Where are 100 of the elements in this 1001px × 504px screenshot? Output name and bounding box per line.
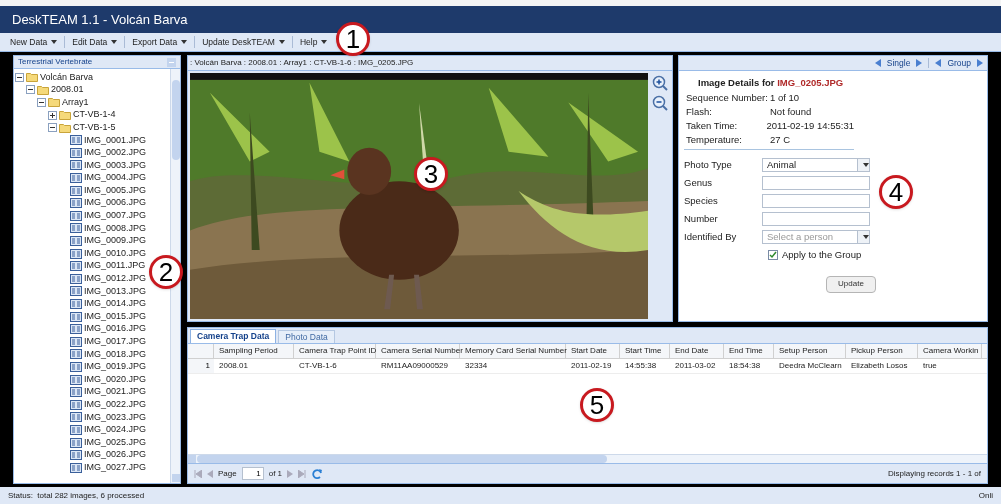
file-icon [70,424,82,435]
tree-item[interactable]: IMG_0017.JPG [84,335,147,349]
select-field[interactable]: Animal [762,158,870,173]
update-button[interactable]: Update [826,275,876,293]
field-label: Photo Type [684,158,733,173]
tab[interactable]: Photo Data [278,330,335,343]
collapse-icon[interactable] [15,72,24,82]
collapse-icon[interactable] [26,85,35,95]
column-header[interactable]: Camera Workin [918,344,982,358]
menu-item[interactable]: New Data [8,35,60,49]
column-header[interactable]: Camera Trap Point ID [294,344,376,358]
tree-item[interactable]: IMG_0019.JPG [84,360,147,374]
table-cell-text: 2008.01 [218,360,249,372]
tree-item[interactable]: IMG_0001.JPG [84,133,147,147]
tree-item[interactable]: IMG_0012.JPG [84,272,147,286]
tree-item[interactable]: IMG_0018.JPG [84,347,147,362]
column-header[interactable]: Pickup Person [846,344,918,358]
tree-item[interactable]: IMG_0027.JPG [84,460,147,475]
tree-item[interactable]: IMG_0020.JPG [84,372,147,387]
file-icon [70,324,82,335]
tree-item[interactable]: IMG_0006.JPG [84,196,147,210]
previous-page-icon[interactable] [207,469,213,478]
tree-item[interactable]: IMG_0010.JPG [84,246,147,261]
table-cell-text: 32334 [464,360,489,372]
zoom-out-icon[interactable] [652,95,668,111]
tree-item[interactable]: IMG_0005.JPG [84,183,147,198]
tree-item[interactable]: IMG_0023.JPG [84,410,147,425]
caret-icon [862,163,869,168]
tree-item[interactable]: IMG_0004.JPG [84,171,147,185]
tree-item[interactable]: IMG_0011.JPG [84,259,146,273]
input-field[interactable] [762,176,870,191]
checkbox[interactable] [768,249,778,260]
tree-item[interactable]: IMG_0024.JPG [84,423,147,437]
table-cell-text: 18:54:38 [728,360,762,372]
file-icon [70,336,82,347]
tree-item[interactable]: 2008.01 [51,83,84,97]
tree-item[interactable]: IMG_0002.JPG [84,146,147,160]
expand-icon[interactable] [48,110,57,120]
nav-button[interactable]: Single [886,56,911,70]
info-label: Sequence Number: [686,91,769,106]
folder-icon [48,97,60,108]
column-header[interactable]: Setup Person [774,344,846,358]
tree-item[interactable]: CT-VB-1-5 [73,120,116,135]
tree-item[interactable]: CT-VB-1-4 [73,108,116,122]
column-header[interactable]: Sampling Period [214,344,294,358]
horizontal-scrollbar[interactable] [188,454,987,463]
tree-item[interactable]: IMG_0009.JPG [84,234,147,248]
last-page-icon[interactable] [298,469,307,478]
nav-button[interactable]: Group [947,56,971,70]
tab[interactable]: Camera Trap Data [190,329,277,343]
input-field[interactable] [762,212,870,227]
column-header[interactable]: End Date [670,344,724,358]
zoom-in-icon[interactable] [652,75,668,91]
tree-item[interactable]: IMG_0025.JPG [84,435,147,450]
refresh-icon[interactable] [311,467,324,480]
page-count: of 1 [268,467,283,480]
previous-icon[interactable] [874,59,881,67]
tree-item[interactable]: IMG_0014.JPG [84,297,147,311]
file-icon [70,160,82,171]
folder-icon [59,122,71,133]
tree-item[interactable]: IMG_0007.JPG [84,209,147,223]
tree-item[interactable]: IMG_0026.JPG [84,448,147,462]
menu-item[interactable]: Help [297,35,330,49]
tree-item[interactable]: IMG_0016.JPG [84,322,147,336]
tree-item[interactable]: Array1 [62,95,89,110]
file-icon [70,185,82,196]
page-field[interactable]: 1 [241,467,264,480]
previous-icon[interactable] [935,59,942,67]
menu-item[interactable]: Edit Data [70,35,120,49]
collapse-icon[interactable] [37,98,46,107]
tree-item[interactable]: IMG_0003.JPG [84,158,147,173]
next-icon[interactable] [977,59,983,67]
field-label: Genus [684,176,713,191]
column-header[interactable]: End Time [724,344,774,358]
next-icon[interactable] [916,59,923,67]
file-icon [70,450,82,461]
breadcrumb: : Volcán Barva : 2008.01 : Array1 : CT-VB-1-6 : IMG_0205.JPG [190,57,414,69]
file-icon [70,462,82,473]
tree-item[interactable]: IMG_0013.JPG [84,284,147,299]
column-header[interactable]: Start Time [620,344,670,358]
caret-icon [111,40,118,44]
tree-item[interactable]: IMG_0015.JPG [84,309,147,324]
collapse-icon[interactable] [48,123,57,133]
tree-item[interactable]: Volcán Barva [40,70,94,85]
next-page-icon[interactable] [287,469,294,478]
file-icon [70,311,82,322]
column-header[interactable]: Start Date [566,344,620,358]
folder-icon [26,72,38,83]
file-icon [70,399,82,410]
menu-item[interactable]: Export Data [130,35,190,49]
first-page-icon[interactable] [194,469,202,478]
caret-icon [278,40,285,44]
input-field[interactable] [762,194,870,209]
tree-item[interactable]: IMG_0008.JPG [84,221,147,236]
info-value: 27 C [770,133,791,148]
menu-item[interactable]: Update DeskTEAM [200,35,287,49]
tree-item[interactable]: IMG_0022.JPG [84,398,147,412]
scrollbar[interactable] [170,69,180,483]
file-icon [70,349,82,360]
tree-item[interactable]: IMG_0021.JPG [84,385,147,399]
